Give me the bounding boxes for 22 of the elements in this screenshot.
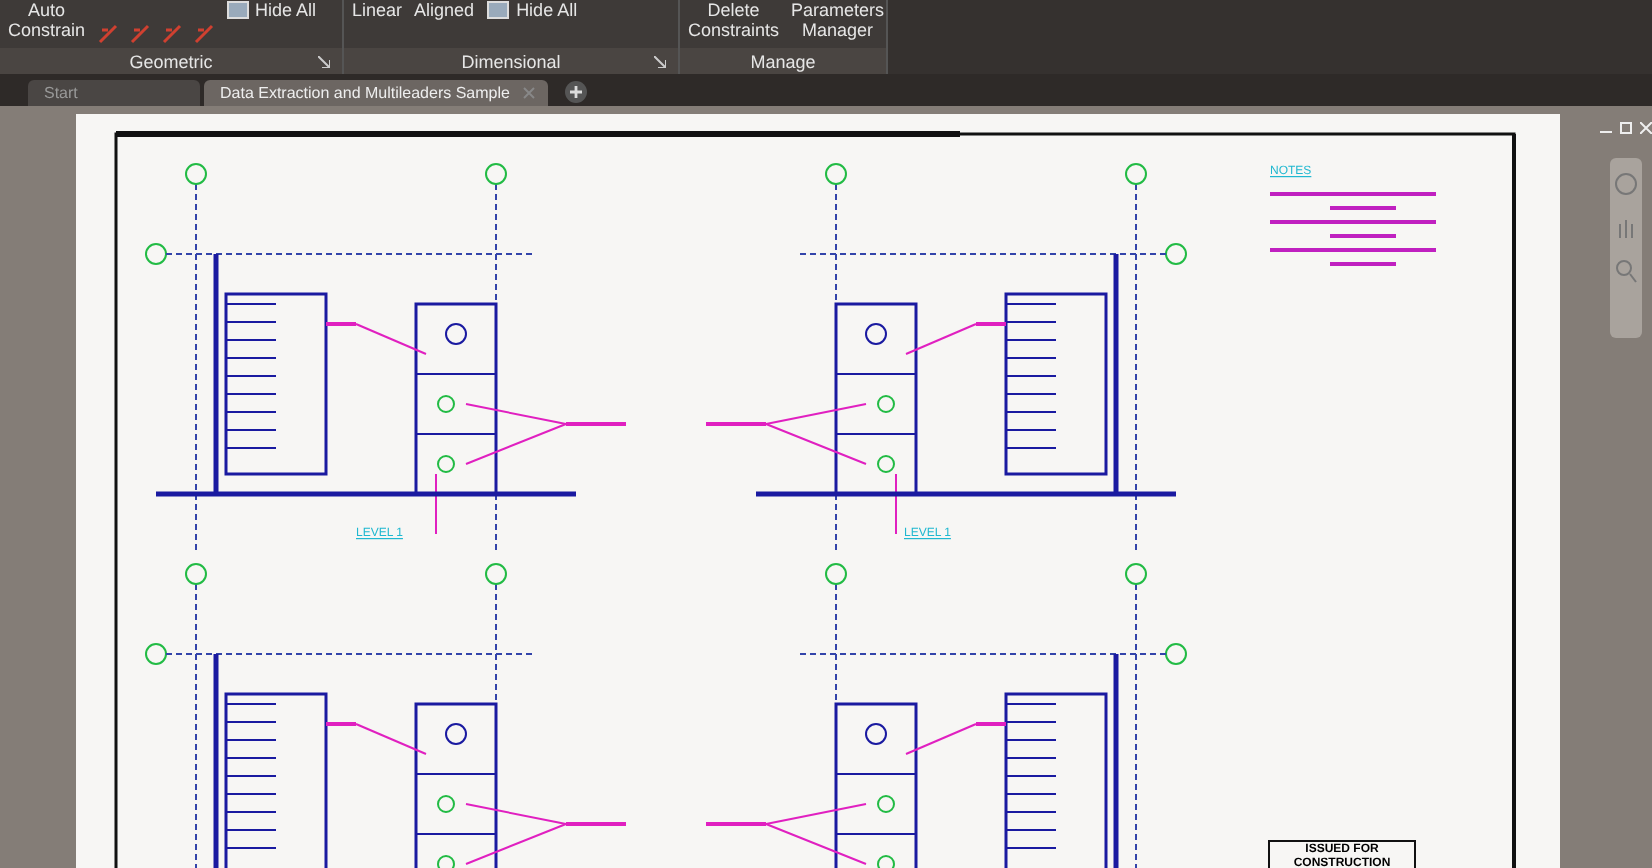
launcher-icon[interactable] (318, 55, 330, 67)
restore-icon[interactable] (1620, 122, 1632, 134)
file-tab[interactable]: Data Extraction and Multileaders Sample (204, 80, 548, 106)
constraint-icon[interactable] (97, 24, 118, 44)
ribbon-button[interactable]: Linear (352, 0, 403, 20)
ribbon-button[interactable]: Delete Constraints (688, 0, 780, 40)
constraint-icon[interactable] (129, 24, 150, 44)
ribbon-button[interactable]: Parameters Manager (791, 0, 885, 40)
ribbon-button[interactable]: Hide All (486, 0, 578, 20)
panel-title: Geometric (129, 51, 213, 71)
ribbon-button[interactable]: Hide All (225, 0, 317, 20)
ribbon-button[interactable]: Auto Constrain (8, 0, 86, 40)
panel-title: Dimensional (461, 51, 561, 71)
constraint-icon[interactable] (161, 24, 182, 44)
close-icon[interactable] (521, 86, 536, 100)
launcher-icon[interactable] (654, 55, 666, 67)
steering-wheel-icon[interactable] (1614, 170, 1638, 198)
panel-title: Manage (750, 51, 816, 71)
ribbon-button[interactable]: Aligned (414, 0, 475, 20)
zoom-icon[interactable] (1614, 258, 1638, 286)
constraint-icon[interactable] (193, 24, 214, 44)
new-tab-icon[interactable] (563, 80, 588, 104)
